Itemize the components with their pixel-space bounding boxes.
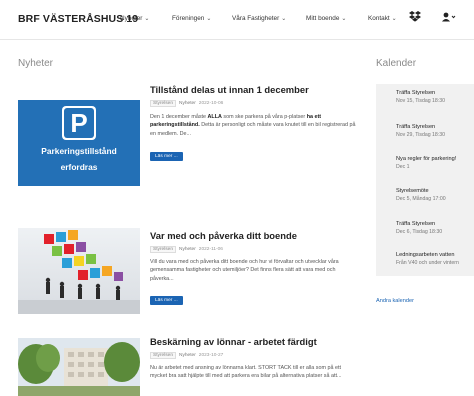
event-date: Från V40 och under vintern [396, 260, 459, 266]
event-date: Dec 5, Måndag 17:00 [396, 196, 446, 202]
image-caption-line1: Parkeringstillstånd [41, 146, 117, 156]
nav-item-kontakt[interactable]: Kontakt ⌄ [368, 15, 397, 22]
calendar-event[interactable]: Styrelsemöte Dec 5, Måndag 17:00 [396, 188, 446, 202]
nav-item-nyheter[interactable]: Nyheter ⌄ [120, 15, 149, 22]
news-title[interactable]: Var med och påverka ditt boende [150, 230, 297, 241]
news-title[interactable]: Tillstånd delas ut innan 1 december [150, 84, 309, 95]
calendar-panel: Träffa Styrelsen Nov 15, Tisdag 18:30 Tr… [376, 84, 474, 276]
calendar-event[interactable]: Ledningsarbeten vatten Från V40 och unde… [396, 252, 459, 266]
event-title: Träffa Styrelsen [396, 221, 436, 227]
maple-pruning-image[interactable] [18, 338, 140, 396]
publish-date: 2022-11-06 [198, 247, 223, 252]
read-more-button[interactable]: Läs mer ... [150, 296, 183, 305]
chevron-down-icon: ⌄ [391, 16, 397, 22]
calendar-event[interactable]: Nya regler för parkering! Dec 1 [396, 156, 456, 170]
image-caption-line2: erfordras [60, 162, 98, 172]
event-date: Dec 6, Tisdag 18:30 [396, 229, 443, 235]
calendar-heading: Kalender [376, 58, 417, 69]
top-navbar: BRF VÄSTERÅSHUS 19 Nyheter ⌄ Föreningen ⌄ … [0, 0, 474, 40]
event-title: Träffa Styrelsen [396, 124, 436, 130]
parking-sign-icon: P [62, 106, 96, 140]
author-badge: Styrelsen [150, 246, 176, 253]
calendar-event[interactable]: Träffa Styrelsen Nov 15, Tisdag 18:30 [396, 90, 445, 104]
event-title: Styrelsemöte [396, 188, 429, 194]
other-calendars-link[interactable]: Andra kalender [376, 298, 414, 304]
nav-item-foreningen[interactable]: Föreningen ⌄ [172, 15, 211, 22]
dropbox-icon[interactable] [409, 11, 421, 25]
nav-label: Nyheter [120, 15, 143, 22]
news-excerpt: Den 1 december måste ALLA som ske parker… [150, 114, 356, 137]
nav-label: Föreningen [172, 15, 205, 22]
publish-date: 2022-10-06 [198, 101, 224, 106]
calendar-event[interactable]: Träffa Styrelsen Nov 29, Tisdag 18:30 [396, 124, 445, 138]
event-date: Nov 15, Tisdag 18:30 [396, 98, 446, 104]
chevron-down-icon: ⌄ [144, 16, 150, 22]
nav-label: Våra Fastigheter [232, 15, 280, 22]
author-badge: Styrelsen [150, 352, 176, 359]
nav-item-vara-fastigheter[interactable]: Våra Fastigheter ⌄ [232, 15, 286, 22]
news-meta: Styrelsen Nyheter 2023-10-27 [150, 352, 223, 359]
puzzle-teamwork-image[interactable] [18, 228, 140, 314]
chevron-down-icon: ⌄ [281, 16, 287, 22]
parking-permit-image[interactable]: P Parkeringstillstånd erfordras [18, 100, 140, 186]
event-title: Träffa Styrelsen [396, 90, 436, 96]
chevron-down-icon: ⌄ [206, 16, 212, 22]
news-title[interactable]: Beskärning av lönnar - arbetet färdigt [150, 336, 317, 347]
chevron-down-icon: ⌄ [341, 16, 347, 22]
nav-label: Kontakt [368, 15, 390, 22]
category-label[interactable]: Nyheter [179, 101, 196, 106]
nav-label: Mitt boende [306, 15, 340, 22]
news-meta: Styrelsen Nyheter 2022-11-06 [150, 246, 223, 253]
category-label[interactable]: Nyheter [179, 247, 196, 252]
news-excerpt: Vill du vara med och påverka ditt boende… [150, 259, 339, 282]
event-date: Dec 1 [396, 164, 410, 170]
read-more-button[interactable]: Läs mer ... [150, 152, 183, 161]
event-title: Nya regler för parkering! [396, 156, 457, 162]
news-heading: Nyheter [18, 58, 54, 69]
publish-date: 2023-10-27 [198, 353, 224, 358]
author-badge: Styrelsen [150, 100, 176, 107]
news-meta: Styrelsen Nyheter 2022-10-06 [150, 100, 223, 107]
user-icon[interactable] [442, 12, 456, 25]
event-date: Nov 29, Tisdag 18:30 [396, 132, 446, 138]
nav-item-mitt-boende[interactable]: Mitt boende ⌄ [306, 15, 346, 22]
calendar-event[interactable]: Träffa Styrelsen Dec 6, Tisdag 18:30 [396, 221, 442, 235]
category-label[interactable]: Nyheter [179, 353, 196, 358]
event-title: Ledningsarbeten vatten [396, 252, 455, 258]
news-excerpt: Nu är arbetet med ansning av lönnarna kl… [150, 365, 342, 380]
